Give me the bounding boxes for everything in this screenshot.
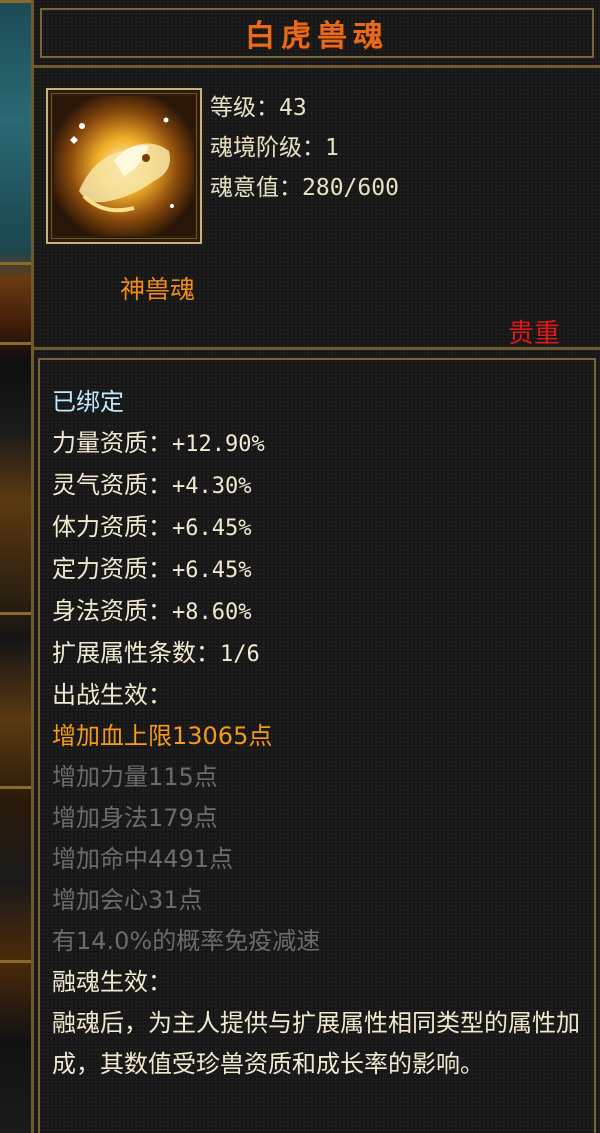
stat-soul-intent: 魂意值：280/600 — [210, 175, 399, 201]
fusion-effect-header: 融魂生效： — [52, 968, 172, 996]
tooltip-body: 已绑定 力量资质：+12.90% 灵气资质：+4.30% 体力资质：+6.45%… — [38, 358, 596, 1133]
item-tooltip: 白虎兽魂 等级：43 魂境阶级：1 魂意值：280/600 神兽魂 贵重 已绑定… — [31, 0, 600, 1133]
battle-effect-inactive: 增加身法179点 — [52, 804, 218, 832]
battle-effect-inactive: 增加会心31点 — [52, 886, 203, 914]
white-tiger-soul-icon — [54, 96, 194, 236]
item-stats: 等级：43 魂境阶级：1 魂意值：280/600 — [210, 88, 399, 208]
item-title: 白虎兽魂 — [245, 19, 389, 54]
attr-stamina: 体力资质：+6.45% — [52, 513, 252, 541]
item-type: 神兽魂 — [120, 275, 196, 304]
battle-effect-header: 出战生效： — [52, 681, 172, 709]
item-quality: 贵重 — [507, 319, 560, 349]
battle-effect-inactive: 增加命中4491点 — [52, 845, 234, 873]
item-icon-frame[interactable] — [46, 88, 202, 244]
attr-focus: 定力资质：+6.45% — [52, 555, 252, 583]
attribute-list: 已绑定 力量资质：+12.90% 灵气资质：+4.30% 体力资质：+6.45%… — [52, 382, 586, 1085]
ext-attr-count: 扩展属性条数：1/6 — [52, 639, 260, 667]
stat-soul-realm: 魂境阶级：1 — [210, 135, 339, 161]
bound-status: 已绑定 — [52, 388, 124, 416]
battle-effect-inactive: 有14.0%的概率免疫减速 — [52, 927, 321, 955]
attr-strength: 力量资质：+12.90% — [52, 429, 265, 457]
battle-effect-active: 增加血上限13065点 — [52, 722, 273, 750]
stat-level: 等级：43 — [210, 95, 307, 121]
battle-effect-inactive: 增加力量115点 — [52, 763, 218, 791]
attr-spirit: 灵气资质：+4.30% — [52, 471, 252, 499]
game-background-strip — [0, 0, 32, 1133]
screen: 白虎兽魂 等级：43 魂境阶级：1 魂意值：280/600 神兽魂 贵重 已绑定… — [0, 0, 600, 1133]
fusion-effect-description: 融魂后，为主人提供与扩展属性相同类型的属性加成，其数值受珍兽资质和成长率的影响。 — [52, 1009, 580, 1078]
tooltip-title-bar: 白虎兽魂 — [34, 0, 600, 68]
tooltip-header: 等级：43 魂境阶级：1 魂意值：280/600 神兽魂 贵重 — [34, 68, 600, 350]
attr-agility: 身法资质：+8.60% — [52, 597, 252, 625]
